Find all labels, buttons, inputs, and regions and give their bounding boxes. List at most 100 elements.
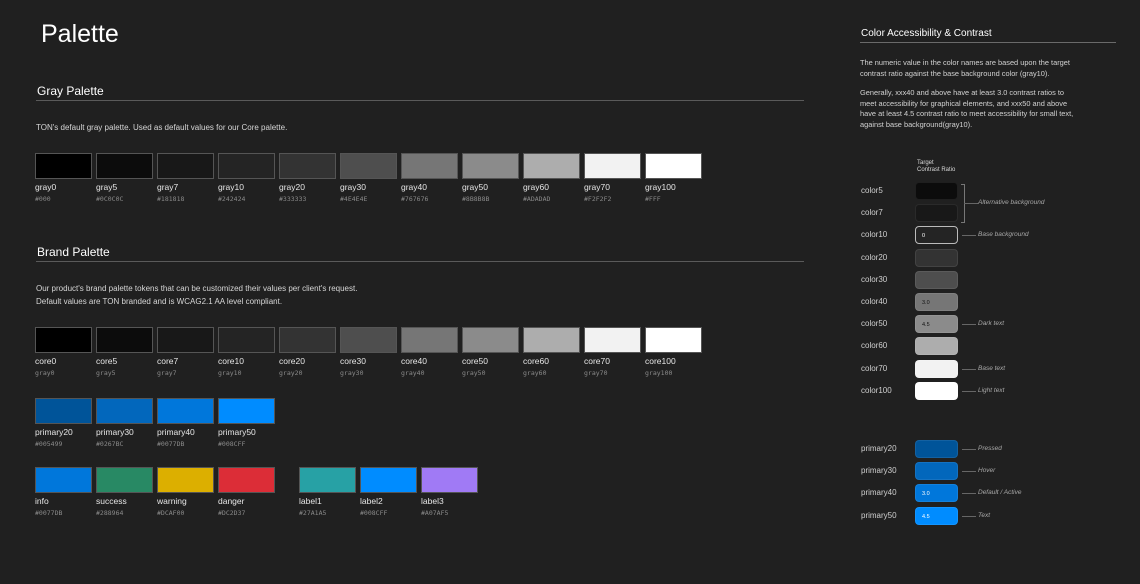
contrast-note: Dark text (978, 320, 1005, 328)
swatch-value: gray0 (35, 369, 55, 377)
swatch-value: #DCAF00 (157, 509, 185, 517)
swatch-primary20 (35, 398, 92, 424)
swatch-name: core100 (645, 356, 676, 366)
swatch-gray20 (279, 153, 336, 179)
swatch-name: core40 (401, 356, 427, 366)
contrast-chip-color30 (915, 270, 958, 289)
swatch-name: core50 (462, 356, 488, 366)
swatch-warning (157, 467, 214, 493)
contrast-chip-color100 (915, 381, 958, 400)
swatch-name: core5 (96, 356, 118, 366)
para1-line1: The numeric value in the color names are… (860, 58, 1070, 67)
swatch-name: label1 (299, 496, 322, 506)
contrast-note: Light text (978, 386, 1005, 394)
swatch-core100 (645, 327, 702, 353)
swatch-value: #005499 (35, 440, 63, 448)
swatch-core0 (35, 327, 92, 353)
contrast-note: Base text (978, 364, 1006, 372)
swatch-name: core20 (279, 356, 305, 366)
swatch-name: core70 (584, 356, 610, 366)
contrast-chip-color7 (915, 204, 958, 223)
contrast-chip-color70 (915, 359, 958, 378)
swatch-value: #333333 (279, 195, 307, 203)
swatch-name: gray10 (218, 182, 244, 192)
swatch-core70 (584, 327, 641, 353)
swatch-name: gray60 (523, 182, 549, 192)
swatch-value: #27A1A5 (299, 509, 327, 517)
swatch-value: gray7 (157, 369, 177, 377)
contrast-label-primary30: primary30 (861, 466, 897, 476)
swatch-core60 (523, 327, 580, 353)
swatch-name: gray20 (279, 182, 305, 192)
page-title: Palette (41, 20, 119, 48)
contrast-note: Pressed (978, 445, 1002, 452)
swatch-name: info (35, 496, 49, 506)
contrast-header-line1: Target (917, 160, 934, 166)
swatch-name: primary40 (157, 427, 195, 437)
swatch-gray50 (462, 153, 519, 179)
swatch-name: gray40 (401, 182, 427, 192)
swatch-primary40 (157, 398, 214, 424)
contrast-note: Default / Active (978, 489, 1022, 497)
swatch-core5 (96, 327, 153, 353)
swatch-gray7 (157, 153, 214, 179)
contrast-chip-primary40: 3.0 (915, 484, 958, 503)
accessibility-paragraph-2: Generally, xxx40 and above have at least… (860, 88, 1073, 130)
swatch-label1 (299, 467, 356, 493)
para2-line4: against base background(gray10). (860, 119, 973, 129)
swatch-value: gray70 (584, 369, 608, 377)
swatch-name: gray5 (96, 182, 118, 192)
swatch-name: gray70 (584, 182, 610, 192)
contrast-connector (962, 449, 976, 450)
swatch-value: gray100 (645, 369, 673, 377)
swatch-value: #0C0C0C (96, 195, 124, 203)
contrast-note: Base background (978, 231, 1029, 239)
contrast-label-color7: color7 (861, 208, 883, 218)
swatch-value: gray20 (279, 369, 303, 377)
contrast-chip-color5 (915, 182, 958, 200)
swatch-value: gray60 (523, 369, 547, 377)
swatch-name: gray7 (157, 182, 179, 192)
contrast-header-line2: Contrast Ratio (917, 167, 956, 173)
swatch-name: core10 (218, 356, 244, 366)
contrast-note: Text (978, 511, 991, 519)
para2-line3: have at least 4.5 contrast ratio to meet… (860, 109, 1074, 118)
accessibility-divider (860, 42, 1116, 43)
contrast-chip-color10: 0 (915, 226, 958, 245)
brand-palette-heading: Brand Palette (37, 245, 110, 259)
swatch-name: core7 (157, 356, 179, 366)
contrast-label-primary40: primary40 (861, 488, 897, 498)
contrast-label-primary50: primary50 (861, 510, 897, 520)
swatch-info (35, 467, 92, 493)
swatch-gray100 (645, 153, 702, 179)
swatch-name: gray0 (35, 182, 57, 192)
swatch-core30 (340, 327, 397, 353)
para2-line1: Generally, xxx40 and above have at least… (860, 88, 1065, 97)
contrast-column-header: Target Contrast Ratio (917, 160, 955, 174)
swatch-gray0 (35, 153, 92, 179)
swatch-name: warning (157, 496, 187, 506)
contrast-connector (962, 515, 976, 517)
contrast-chip-color60 (915, 337, 958, 356)
alt-background-note: Alternative background (978, 199, 1045, 206)
accessibility-paragraph-1: The numeric value in the color names are… (860, 58, 1070, 79)
swatch-name: gray30 (340, 182, 366, 192)
contrast-label-color10: color10 (861, 230, 888, 240)
contrast-label-color40: color40 (861, 297, 888, 306)
contrast-label-primary20: primary20 (861, 444, 897, 453)
gray-palette-description: TON's default gray palette. Used as defa… (36, 123, 288, 132)
contrast-chip-color40: 3.0 (915, 293, 958, 311)
swatch-name: core0 (35, 356, 57, 366)
swatch-primary50 (218, 398, 275, 424)
swatch-name: label2 (360, 496, 383, 506)
swatch-gray10 (218, 153, 275, 179)
swatch-name: primary50 (218, 427, 256, 437)
swatch-value: #288964 (96, 509, 124, 517)
para1-line2: contrast ratio against the base backgrou… (860, 68, 1050, 78)
contrast-chip-primary20 (915, 440, 958, 458)
swatch-value: #DC2D37 (218, 509, 246, 517)
contrast-label-color20: color20 (861, 252, 888, 262)
swatch-value: #FFF (645, 195, 661, 203)
contrast-connector (962, 324, 976, 326)
contrast-chip-primary50: 4.5 (915, 506, 958, 525)
